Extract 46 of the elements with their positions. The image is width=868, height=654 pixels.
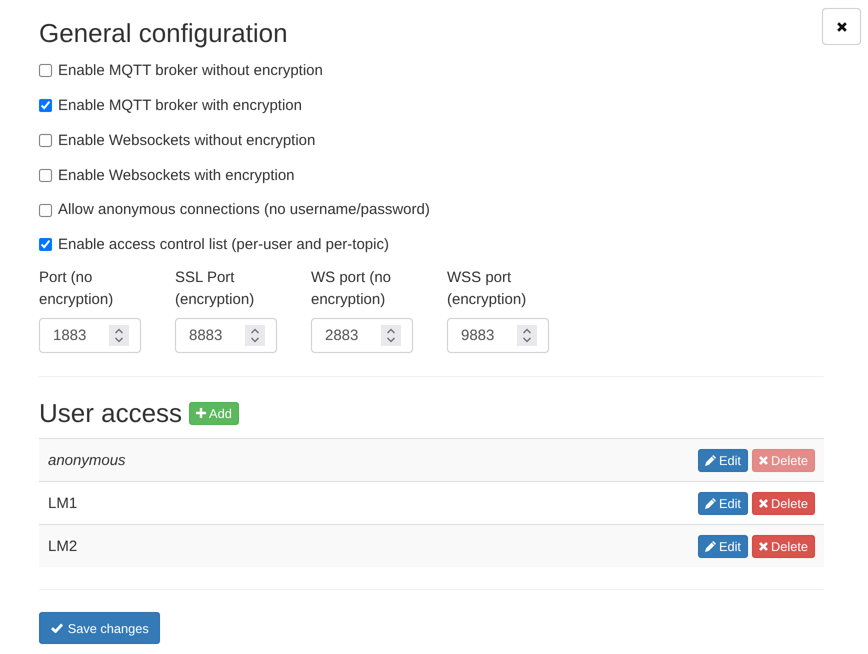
edit-button[interactable]: Edit [698, 534, 748, 558]
x-icon [759, 498, 768, 508]
checkbox[interactable] [39, 204, 52, 217]
pencil-icon [704, 454, 716, 466]
delete-button[interactable]: Delete [752, 492, 815, 516]
add-button[interactable]: Add [189, 402, 239, 426]
close-icon [836, 22, 846, 32]
x-icon [759, 456, 768, 465]
user-name: LM2 [48, 536, 78, 557]
number-field[interactable]: 9883 [447, 318, 549, 354]
checkbox[interactable] [39, 64, 52, 78]
number-field[interactable]: 2883 [311, 318, 413, 354]
field-label: WSS port (encryption) [447, 268, 528, 310]
plus-icon [196, 408, 206, 418]
checkbox[interactable] [39, 238, 52, 252]
checkbox-label: Enable MQTT broker without encryption [58, 61, 323, 82]
field-label: WS port (no encryption) [311, 268, 392, 310]
save-button[interactable]: Save changes [39, 612, 160, 644]
section-title: User access [39, 399, 182, 428]
number-field[interactable]: 1883 [39, 318, 141, 354]
checkbox-label: Enable Websockets without encryption [58, 130, 316, 151]
checkbox[interactable] [39, 168, 52, 182]
field-label: Port (no encryption) [39, 268, 114, 310]
user-name: anonymous [48, 450, 127, 471]
edit-button[interactable]: Edit [698, 492, 748, 516]
checkbox[interactable] [39, 134, 52, 148]
close-button[interactable] [822, 8, 861, 45]
spinner-icon[interactable] [517, 325, 537, 346]
checkbox[interactable] [39, 99, 52, 112]
edit-button[interactable]: Edit [698, 448, 748, 472]
pencil-icon [704, 540, 716, 552]
user-name: LM1 [48, 494, 78, 514]
spinner-icon[interactable] [381, 325, 401, 346]
x-icon [759, 542, 768, 551]
checkbox-label: Enable Websockets with encryption [58, 166, 295, 186]
section-title: General configuration [39, 19, 288, 48]
number-field[interactable]: 8883 [175, 318, 277, 354]
spinner-icon[interactable] [109, 325, 129, 346]
check-icon [50, 623, 63, 634]
field-label: SSL Port (encryption) [175, 268, 256, 310]
checkbox-label: Enable MQTT broker with encryption [58, 96, 302, 116]
checkbox-label: Enable access control list (per-user and per-topic) [58, 235, 389, 256]
pencil-icon [704, 498, 716, 509]
checkbox-label: Allow anonymous connections (no username/password) [58, 200, 430, 220]
delete-button[interactable]: Delete [752, 534, 815, 558]
spinner-icon[interactable] [245, 325, 265, 346]
